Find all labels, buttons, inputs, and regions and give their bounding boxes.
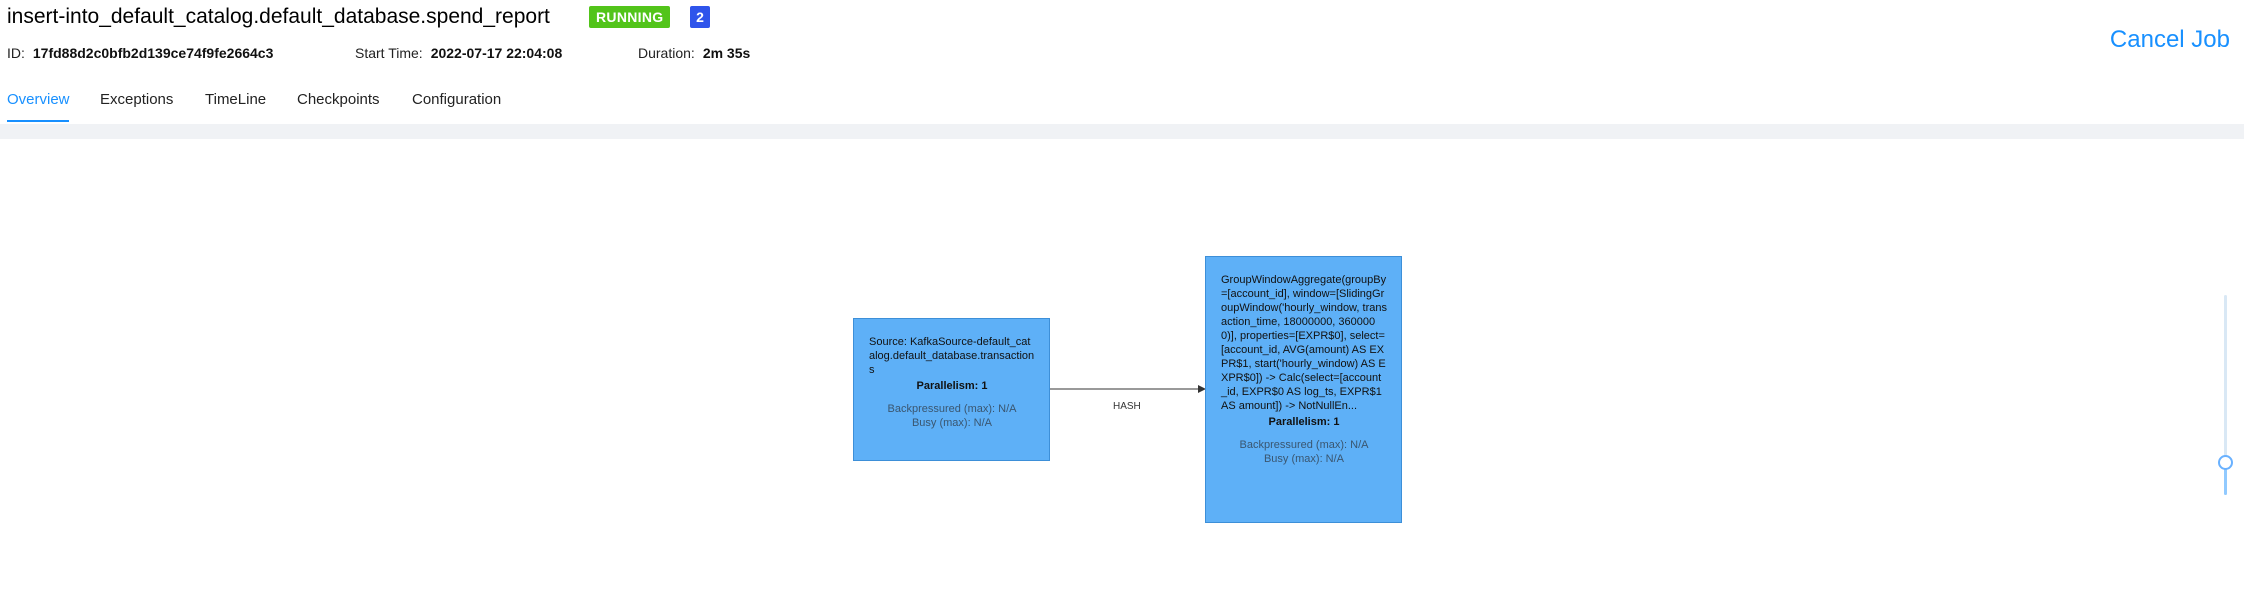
node-busy: Busy (max): N/A [1263, 453, 1345, 465]
graph-edges [1050, 385, 1206, 393]
node-parallelism: Parallelism: 1 [1268, 416, 1340, 428]
start-time-value: 2022-07-17 22:04:08 [430, 45, 563, 61]
node-backpressured: Backpressured (max): N/A [887, 403, 1017, 415]
start-time-label: Start Time: [355, 45, 423, 61]
status-badge: RUNNING [589, 6, 671, 28]
graph-node-source[interactable]: Source: KafkaSource-default_catalog.defa… [853, 318, 1050, 461]
job-id-value: 17fd88d2c0bfb2d139ce74f9fe2664c3 [32, 45, 274, 61]
section-divider [0, 124, 2244, 139]
job-start-time: Start Time: 2022-07-17 22:04:08 [355, 43, 562, 63]
job-id: ID: 17fd88d2c0bfb2d139ce74f9fe2664c3 [7, 43, 273, 63]
tab-overview[interactable]: Overview [7, 88, 70, 112]
graph-node-aggregate[interactable]: GroupWindowAggregate(groupBy=[account_id… [1205, 256, 1402, 523]
duration-value: 2m 35s [702, 45, 751, 61]
node-description: Source: KafkaSource-default_catalog.defa… [869, 336, 1035, 376]
job-id-label: ID: [7, 45, 25, 61]
zoom-slider-handle[interactable] [2218, 455, 2233, 470]
node-busy: Busy (max): N/A [911, 417, 993, 429]
job-duration: Duration: 2m 35s [638, 43, 750, 63]
node-parallelism: Parallelism: 1 [916, 380, 988, 392]
node-backpressured: Backpressured (max): N/A [1239, 439, 1369, 451]
node-description: GroupWindowAggregate(groupBy=[account_id… [1221, 274, 1387, 412]
active-tab-indicator [7, 120, 69, 122]
tab-configuration[interactable]: Configuration [412, 88, 501, 112]
job-title: insert-into_default_catalog.default_data… [7, 5, 550, 28]
tab-exceptions[interactable]: Exceptions [100, 88, 173, 112]
duration-label: Duration: [638, 45, 695, 61]
tab-timeline[interactable]: TimeLine [205, 88, 266, 112]
cancel-job-button[interactable]: Cancel Job [2110, 26, 2230, 54]
job-header: insert-into_default_catalog.default_data… [0, 0, 2244, 124]
tab-checkpoints[interactable]: Checkpoints [297, 88, 380, 112]
job-graph-canvas[interactable]: HASH Source: KafkaSource-default_catalog… [0, 139, 2244, 589]
task-count-badge: 2 [690, 6, 710, 28]
edge-hash-label: HASH [1113, 401, 1141, 412]
